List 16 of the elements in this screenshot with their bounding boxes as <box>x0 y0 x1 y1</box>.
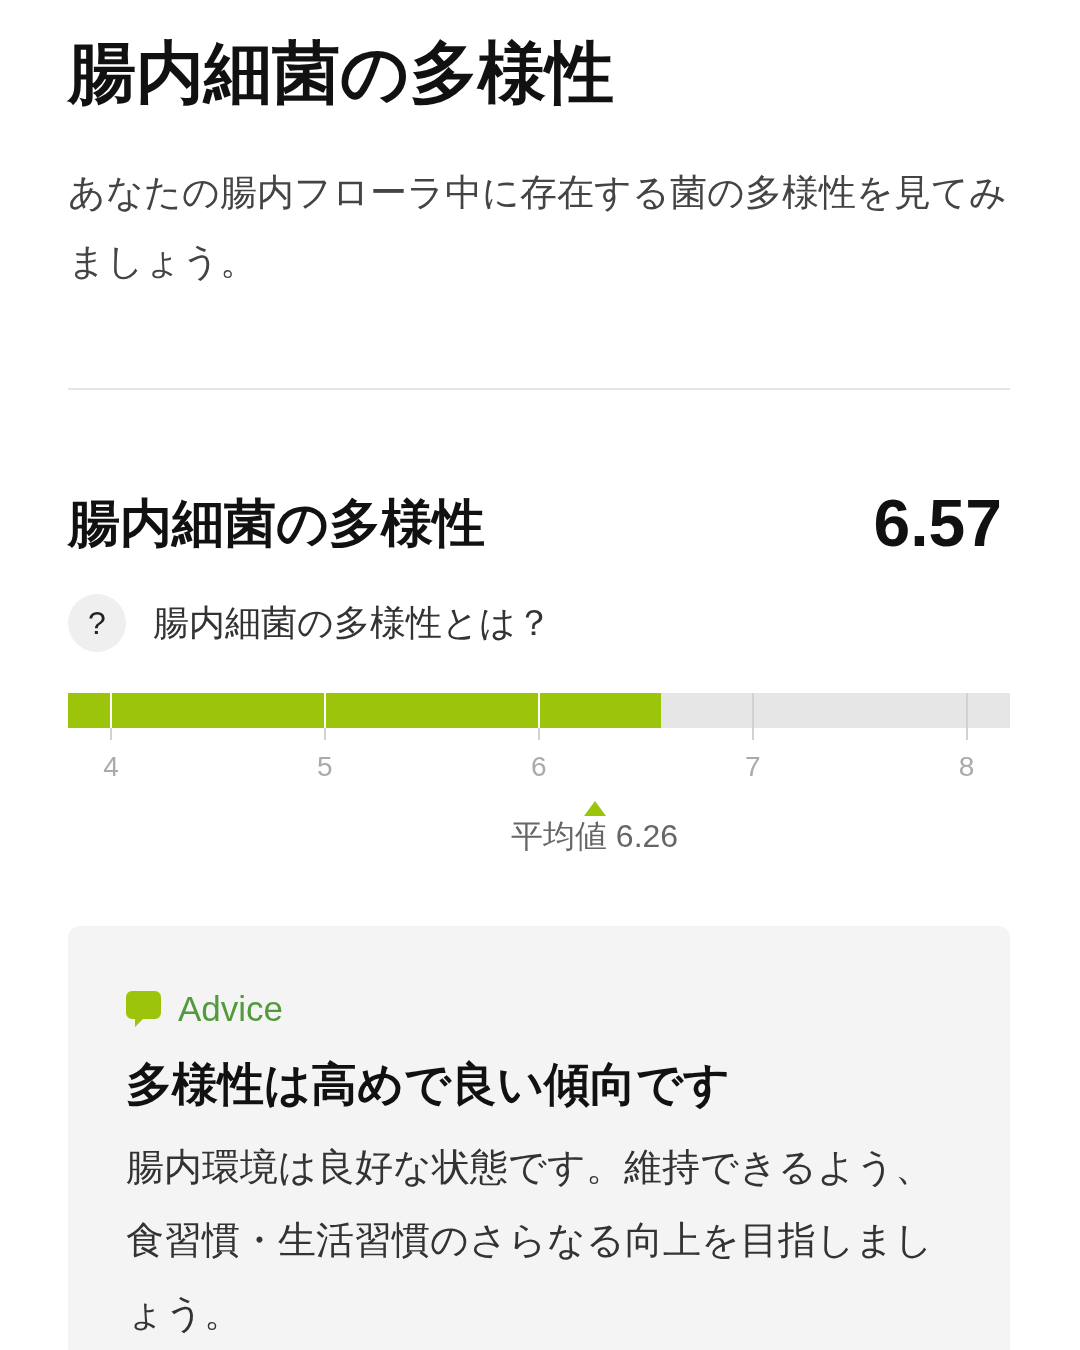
section-title: 腸内細菌の多様性 <box>68 492 485 553</box>
help-button[interactable]: ? <box>68 593 126 652</box>
advice-label: Advice <box>178 989 284 1029</box>
speech-bubble-icon <box>126 991 161 1027</box>
description-text: あなたの腸内フローラ中に存在する菌の多様性を見てみましょう。 <box>68 171 1008 284</box>
tick-label: 7 <box>744 750 761 783</box>
advice-text: 腸内環境は良好な状態です。維持できるよう、食習慣・生活習慣のさらなる向上を目指しましょう。 <box>126 1145 934 1336</box>
average-label: 平均値 6.26 <box>511 817 679 854</box>
tick-label: 5 <box>317 750 333 783</box>
page-title: 腸内細菌の多様性 <box>68 38 615 106</box>
score-value: 6.57 <box>873 487 1002 558</box>
tick-label: 4 <box>103 750 119 783</box>
tick-label: 8 <box>958 750 975 783</box>
advice-heading: 多様性は高めで良い傾向です <box>126 1057 731 1112</box>
help-link[interactable]: 腸内細菌の多様性とは？ <box>153 600 552 645</box>
tick-label: 6 <box>531 750 547 783</box>
